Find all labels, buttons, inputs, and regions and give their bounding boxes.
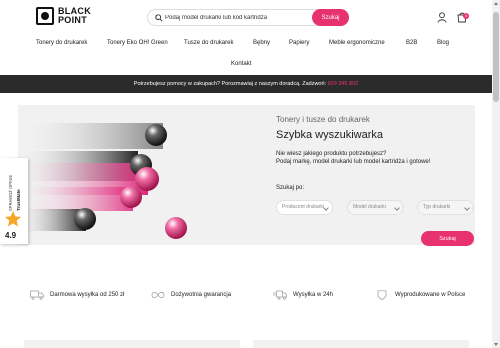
feature-lifetime-warranty: Dożywotnia gwarancja xyxy=(151,288,231,302)
logo[interactable]: BLACK POINT xyxy=(36,7,91,25)
quick-finder: Tonery i tusze do drukarek Szybka wyszuk… xyxy=(276,105,476,246)
feature-made-in-poland: Wyprodukowane w Polsce xyxy=(375,288,465,302)
hero-desc-line1: Nie wiesz jakiego produktu potrzebujesz? xyxy=(276,151,387,157)
trust-score: 4.9 xyxy=(5,231,17,240)
trustmate-label: SPRAWDŹ OPINIE TrustMate xyxy=(8,175,21,211)
printer-type-select[interactable]: Typ drukarki xyxy=(417,200,474,215)
nav-item-meble[interactable]: Meble ergonomiczne xyxy=(329,40,385,46)
hero-title: Szybka wyszukiwarka xyxy=(276,129,383,141)
feature-label: Wysyłka w 24h xyxy=(293,292,333,298)
fast-delivery-icon xyxy=(273,290,287,300)
nav-item-b2b[interactable]: B2B xyxy=(406,40,417,46)
search-input[interactable] xyxy=(165,11,305,24)
search-icon xyxy=(155,14,163,22)
logo-mark-icon xyxy=(36,7,54,25)
main-nav: Tonery do drukarek Tonery Eko OH! Green … xyxy=(0,40,492,67)
hero-desc-line2: Podaj markę, model drukarki lub model ka… xyxy=(276,159,431,165)
scrollbar-thumb[interactable] xyxy=(493,12,499,102)
nav-item-blog[interactable]: Blog xyxy=(437,40,449,46)
feature-label: Wyprodukowane w Polsce xyxy=(395,292,466,298)
nav-item-tonery-eko[interactable]: Tonery Eko OH! Green xyxy=(107,40,168,46)
nav-item-kontakt[interactable]: Kontakt xyxy=(231,61,251,67)
help-text: Potrzebujesz pomocy w zakupach? Porozmaw… xyxy=(133,81,328,87)
chevron-down-icon xyxy=(323,205,329,211)
feature-24h-shipping: Wysyłka w 24h xyxy=(273,288,333,302)
cart-count-badge: 0 xyxy=(463,13,469,19)
star-icon xyxy=(4,210,22,227)
features-bar: Darmowa wysyłka od 250 zł Dożywotnia gwa… xyxy=(0,288,492,302)
promo-card-right[interactable] xyxy=(253,340,469,348)
toner-cartridges-illustration xyxy=(18,123,187,239)
feature-label: Dożywotnia gwarancja xyxy=(171,292,232,298)
printer-manufacturer-select[interactable]: Producent drukarki xyxy=(276,200,333,215)
printer-model-select[interactable]: Model drukarki xyxy=(347,200,404,215)
feature-label: Darmowa wysyłka od 250 zł xyxy=(50,292,125,298)
manufacturer-select-placeholder: Producent drukarki xyxy=(282,204,324,210)
truck-icon xyxy=(30,290,44,300)
trust-label-text: SPRAWDŹ OPINIE xyxy=(8,175,13,211)
nav-item-papiery[interactable]: Papiery xyxy=(289,40,309,46)
nav-item-tusze[interactable]: Tusze do drukarek xyxy=(184,40,233,46)
promo-card-left[interactable] xyxy=(24,340,240,348)
scroll-down-arrow-icon[interactable] xyxy=(494,343,498,346)
quick-finder-card: Tonery i tusze do drukarek Szybka wyszuk… xyxy=(18,105,476,246)
type-select-placeholder: Typ drukarki xyxy=(423,204,451,210)
logo-text-line2: POINT xyxy=(58,15,88,25)
nav-item-bebny[interactable]: Bębny xyxy=(253,40,270,46)
find-by-label: Szukaj po: xyxy=(276,185,305,191)
user-icon[interactable] xyxy=(437,12,447,23)
trustmate-widget[interactable]: SPRAWDŹ OPINIE TrustMate 4.9 xyxy=(0,158,28,244)
trust-brand-text: TrustMate xyxy=(16,189,21,211)
site-header: BLACK POINT Szukaj 0 Tonery do drukarek … xyxy=(0,0,492,75)
hero-subtitle: Tonery i tusze do drukarek xyxy=(276,115,370,124)
page-scrollbar[interactable] xyxy=(492,0,500,348)
model-select-placeholder: Model drukarki xyxy=(353,204,386,210)
scroll-up-arrow-icon[interactable] xyxy=(494,2,498,5)
help-phone-link[interactable]: 609 345 802 xyxy=(328,81,359,87)
nav-item-tonery[interactable]: Tonery do drukarek xyxy=(36,40,87,46)
help-topbar: Potrzebujesz pomocy w zakupach? Porozmaw… xyxy=(0,75,492,93)
infinity-icon xyxy=(151,292,165,298)
hero-section: Tonery i tusze do drukarek Szybka wyszuk… xyxy=(0,93,492,255)
hero-description: Nie wiesz jakiego produktu potrzebujesz?… xyxy=(276,150,430,166)
search-button[interactable]: Szukaj xyxy=(312,9,349,26)
chevron-down-icon xyxy=(394,205,400,211)
shield-icon xyxy=(377,290,387,300)
chevron-down-icon xyxy=(464,205,470,211)
feature-free-shipping: Darmowa wysyłka od 250 zł xyxy=(30,288,124,302)
quick-finder-search-button[interactable]: Szukaj xyxy=(421,231,474,246)
